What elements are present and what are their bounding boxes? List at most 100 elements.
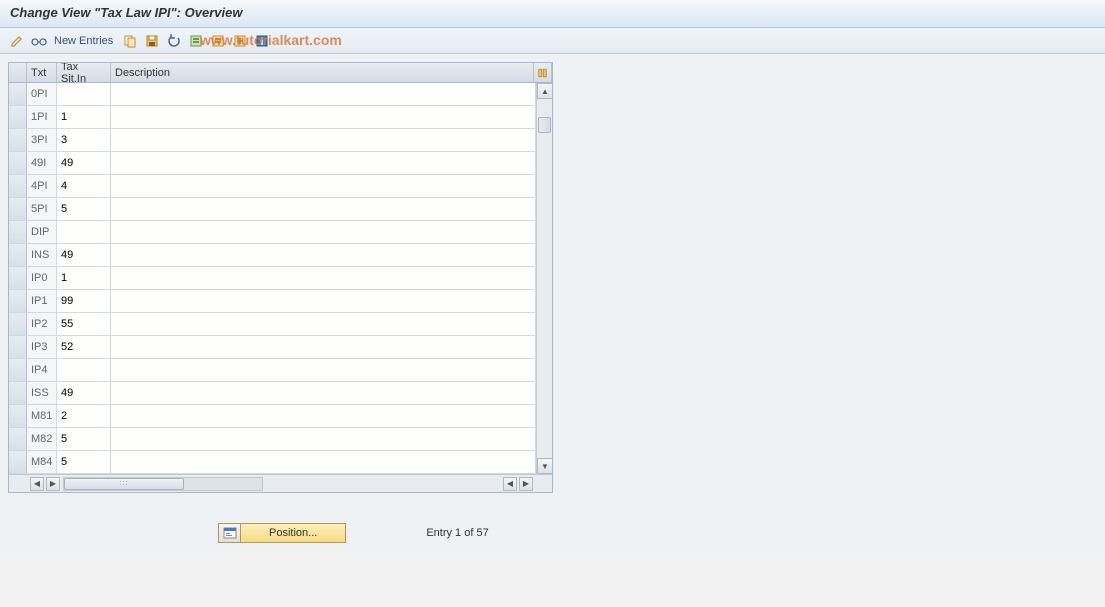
copy-icon[interactable]	[121, 32, 139, 50]
row-selector[interactable]	[9, 175, 27, 197]
cell-description[interactable]	[111, 267, 536, 289]
row-selector[interactable]	[9, 152, 27, 174]
row-selector[interactable]	[9, 405, 27, 427]
cell-tax-sit[interactable]: 4	[57, 175, 111, 197]
row-selector[interactable]	[9, 106, 27, 128]
cell-description[interactable]	[111, 221, 536, 243]
cell-txt: M81	[27, 405, 57, 427]
table-row: 3PI3	[9, 129, 536, 152]
cell-tax-sit[interactable]: 3	[57, 129, 111, 151]
hscroll-thumb[interactable]: :::	[64, 478, 184, 490]
row-selector[interactable]	[9, 198, 27, 220]
cell-description[interactable]	[111, 83, 536, 105]
deselect-all-icon[interactable]	[209, 32, 227, 50]
row-selector[interactable]	[9, 451, 27, 473]
row-selector[interactable]	[9, 382, 27, 404]
cell-description[interactable]	[111, 129, 536, 151]
cell-description[interactable]	[111, 336, 536, 358]
cell-tax-sit[interactable]	[57, 83, 111, 105]
cell-description[interactable]	[111, 313, 536, 335]
glasses-icon[interactable]	[30, 32, 48, 50]
cell-tax-sit[interactable]: 99	[57, 290, 111, 312]
scroll-down-button[interactable]: ▼	[537, 458, 552, 474]
scroll-right-button[interactable]: ▶	[519, 477, 533, 491]
row-selector[interactable]	[9, 83, 27, 105]
cell-description[interactable]	[111, 152, 536, 174]
row-selector[interactable]	[9, 244, 27, 266]
scroll-up-button[interactable]: ▲	[537, 83, 552, 99]
cell-description[interactable]	[111, 451, 536, 473]
table-header: Txt Tax Sit.In Description	[9, 63, 552, 83]
select-all-header[interactable]	[9, 63, 27, 82]
table-row: 49I49	[9, 152, 536, 175]
table-container: Txt Tax Sit.In Description 0PI1PI13PI349…	[8, 62, 553, 493]
cell-tax-sit[interactable]	[57, 221, 111, 243]
cell-description[interactable]	[111, 405, 536, 427]
position-button[interactable]: Position...	[218, 523, 346, 543]
entry-status: Entry 1 of 57	[426, 527, 488, 539]
svg-text:i: i	[261, 37, 264, 48]
cell-tax-sit[interactable]: 49	[57, 382, 111, 404]
cell-description[interactable]	[111, 382, 536, 404]
scroll-left-button[interactable]: ◀	[30, 477, 44, 491]
cell-txt: IP2	[27, 313, 57, 335]
info-icon[interactable]: i	[253, 32, 271, 50]
undo-icon[interactable]	[165, 32, 183, 50]
table-row: IP01	[9, 267, 536, 290]
row-selector[interactable]	[9, 267, 27, 289]
cell-description[interactable]	[111, 290, 536, 312]
cell-txt: IP3	[27, 336, 57, 358]
cell-tax-sit[interactable]: 49	[57, 244, 111, 266]
cell-tax-sit[interactable]: 1	[57, 106, 111, 128]
cell-tax-sit[interactable]: 1	[57, 267, 111, 289]
row-selector[interactable]	[9, 428, 27, 450]
cell-tax-sit[interactable]: 2	[57, 405, 111, 427]
vscroll-thumb[interactable]	[538, 117, 551, 133]
content-area: Txt Tax Sit.In Description 0PI1PI13PI349…	[0, 54, 1105, 551]
row-selector[interactable]	[9, 359, 27, 381]
new-entries-button[interactable]: New Entries	[54, 35, 113, 47]
change-icon[interactable]	[8, 32, 26, 50]
row-selector[interactable]	[9, 313, 27, 335]
table-config-icon[interactable]	[534, 63, 552, 82]
cell-txt: ISS	[27, 382, 57, 404]
table-row: M812	[9, 405, 536, 428]
vertical-scrollbar: ▲ ▼	[536, 83, 552, 474]
table-body: 0PI1PI13PI349I494PI45PI5DIPINS49IP01IP19…	[9, 83, 552, 474]
cell-tax-sit[interactable]: 55	[57, 313, 111, 335]
vscroll-track[interactable]	[537, 99, 552, 458]
select-all-icon[interactable]	[187, 32, 205, 50]
scroll-right-step-button[interactable]: ▶	[46, 477, 60, 491]
table-row: DIP	[9, 221, 536, 244]
cell-tax-sit[interactable]: 5	[57, 428, 111, 450]
cell-tax-sit[interactable]: 5	[57, 198, 111, 220]
cell-description[interactable]	[111, 175, 536, 197]
cell-tax-sit[interactable]	[57, 359, 111, 381]
delete-icon[interactable]	[231, 32, 249, 50]
scroll-left-end-button[interactable]: ◀	[503, 477, 517, 491]
table-rows: 0PI1PI13PI349I494PI45PI5DIPINS49IP01IP19…	[9, 83, 536, 474]
cell-txt: M82	[27, 428, 57, 450]
column-header-tax-sit[interactable]: Tax Sit.In	[57, 63, 111, 82]
position-button-label: Position...	[241, 527, 345, 539]
row-selector[interactable]	[9, 221, 27, 243]
cell-tax-sit[interactable]: 5	[57, 451, 111, 473]
table-row: 0PI	[9, 83, 536, 106]
cell-description[interactable]	[111, 428, 536, 450]
header-bar: Change View "Tax Law IPI": Overview	[0, 0, 1105, 28]
row-selector[interactable]	[9, 290, 27, 312]
cell-description[interactable]	[111, 244, 536, 266]
cell-description[interactable]	[111, 106, 536, 128]
cell-txt: 5PI	[27, 198, 57, 220]
column-header-txt[interactable]: Txt	[27, 63, 57, 82]
cell-description[interactable]	[111, 198, 536, 220]
hscroll-track[interactable]: :::	[63, 477, 263, 491]
column-header-description[interactable]: Description	[111, 63, 534, 82]
row-selector[interactable]	[9, 336, 27, 358]
save-icon[interactable]	[143, 32, 161, 50]
cell-txt: M84	[27, 451, 57, 473]
cell-tax-sit[interactable]: 52	[57, 336, 111, 358]
row-selector[interactable]	[9, 129, 27, 151]
cell-description[interactable]	[111, 359, 536, 381]
cell-tax-sit[interactable]: 49	[57, 152, 111, 174]
